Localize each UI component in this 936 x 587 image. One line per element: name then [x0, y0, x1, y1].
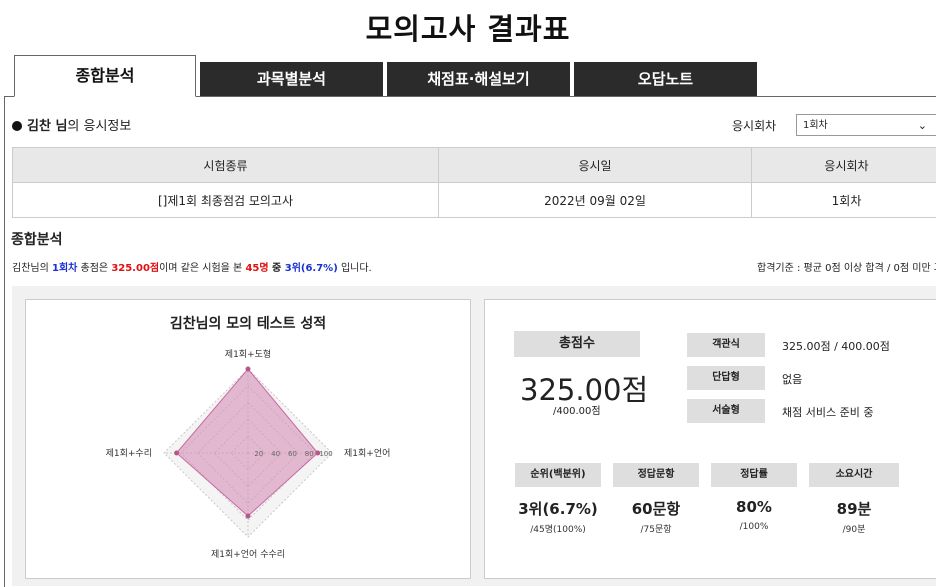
exam-info-table: 시험종류 응시일 응시회차 []제1회 최종점검 모의고사 2022년 09월 … [12, 147, 936, 218]
radar-axis-label: 제1회+언어 [344, 447, 390, 459]
rank-label: 순위(백분위) [515, 463, 601, 487]
summary-round: 1회차 [52, 263, 77, 274]
radar-axis-label: 제1회+도형 [225, 349, 271, 360]
total-score-label: 총점수 [514, 331, 640, 357]
summary-text: 이며 같은 시험을 본 [159, 263, 245, 274]
time-spent-sub: /90분 [814, 522, 894, 535]
pass-criteria: 합격기준 : 평균 0점 이상 합격 / 0점 미만 과락 [757, 259, 936, 274]
correct-count-value: 60문항 [616, 498, 696, 519]
tab-grading-explanation[interactable]: 채점표·해설보기 [387, 62, 570, 96]
summary-rank: 3위(6.7%) [285, 263, 338, 274]
radar-axis-label: 제1회+언어 수수리 [211, 548, 285, 560]
summary-text: 중 [269, 263, 285, 274]
time-spent-value: 89분 [814, 498, 894, 519]
tab-wrong-answer-note[interactable]: 오답노트 [574, 62, 757, 96]
rank-value: 3위(6.7%) [518, 498, 598, 519]
round-select[interactable]: 1회차 ⌄ [796, 114, 936, 136]
summary-text: 입니다. [338, 263, 372, 274]
time-spent-label: 소요시간 [809, 463, 899, 487]
summary-text: 김찬님의 [12, 263, 52, 274]
rank-sub: /45명(100%) [518, 522, 598, 535]
summary-count: 45명 [245, 263, 268, 274]
table-header: 응시일 [439, 148, 752, 183]
user-name: 김찬 님 [27, 119, 67, 134]
table-header-row: 시험종류 응시일 응시회차 [13, 148, 936, 183]
bullet-icon [12, 121, 22, 131]
radar-chart: 20 40 60 80 100 제1회+도형제1회+언어제1회+언어 수수리 제1회+수리 [26, 300, 472, 580]
short-answer-value: 없음 [782, 371, 802, 387]
correct-count-label: 정답문항 [613, 463, 699, 487]
correct-rate-sub: /100% [714, 522, 794, 532]
round-select-value: 1회차 [803, 120, 828, 131]
tab-overall-analysis[interactable]: 종합분석 [14, 55, 196, 97]
table-cell: []제1회 최종점검 모의고사 [13, 183, 439, 218]
radar-tick-label: 80 [305, 450, 314, 458]
radar-axis-label: 제1회+수리 [106, 448, 152, 459]
correct-rate-value: 80% [714, 498, 794, 516]
chevron-down-icon: ⌄ [918, 115, 927, 137]
page-title: 모의고사 결과표 [0, 6, 936, 48]
table-cell: 1회차 [752, 183, 936, 218]
chart-card: 김찬님의 모의 테스트 성적 20406080100제1회+도형제1회+언어제1… [25, 299, 471, 579]
tab-subject-analysis[interactable]: 과목별분석 [200, 62, 383, 96]
radar-tick-label: 20 [254, 450, 263, 458]
analysis-summary: 김찬님의 1회차 총점은 325.00점이며 같은 시험을 본 45명 중 3위… [12, 259, 372, 274]
summary-score: 325.00점 [111, 263, 159, 274]
table-cell: 2022년 09월 02일 [439, 183, 752, 218]
table-header: 시험종류 [13, 148, 439, 183]
total-score-max: /400.00점 [553, 402, 601, 417]
radar-tick-label: 100 [319, 450, 332, 458]
objective-label: 객관식 [687, 333, 765, 357]
essay-label: 서술형 [687, 399, 765, 423]
radar-series-area [177, 369, 318, 516]
section-title: 종합분석 [11, 229, 63, 249]
radar-data-point [174, 451, 179, 456]
table-header: 응시회차 [752, 148, 936, 183]
radar-data-point [246, 367, 251, 372]
correct-rate-label: 정답률 [711, 463, 797, 487]
table-row: []제1회 최종점검 모의고사 2022년 09월 02일 1회차 [13, 183, 936, 218]
radar-tick-label: 60 [288, 450, 297, 458]
short-answer-label: 단답형 [687, 366, 765, 390]
summary-text: 총점은 [77, 263, 111, 274]
radar-tick-label: 40 [271, 450, 280, 458]
radar-data-point [246, 514, 251, 519]
round-label: 응시회차 [732, 117, 776, 134]
essay-value: 채점 서비스 준비 중 [782, 404, 873, 420]
objective-value: 325.00점 / 400.00점 [782, 338, 890, 354]
exam-info-heading: 김찬 님의 응시정보 [12, 115, 131, 134]
info-suffix: 의 응시정보 [67, 119, 131, 134]
correct-count-sub: /75문항 [616, 522, 696, 535]
